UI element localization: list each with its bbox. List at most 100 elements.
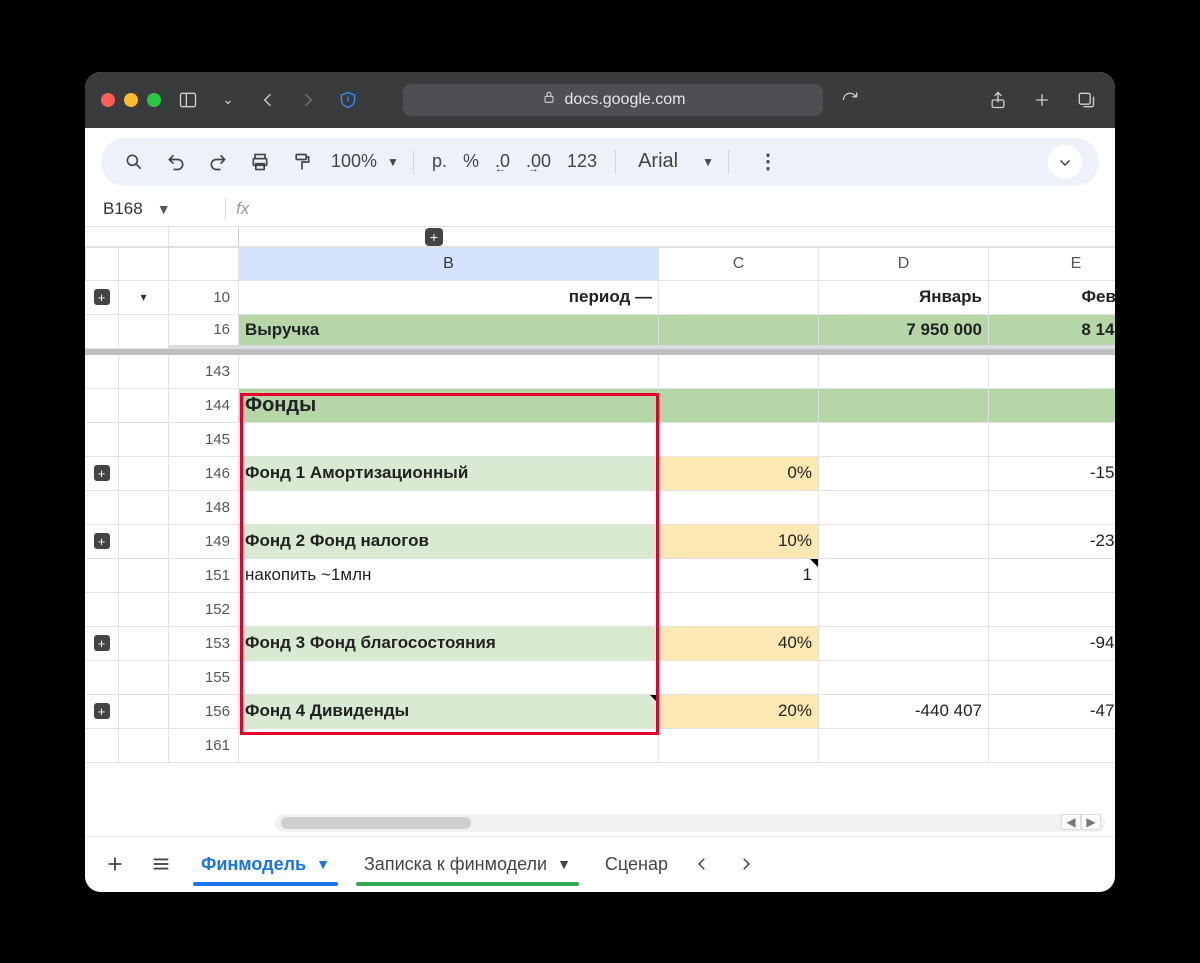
cell-d144[interactable]	[819, 389, 989, 423]
cell-c149[interactable]: 10%	[659, 525, 819, 559]
expand-row-group-button[interactable]: +	[85, 525, 119, 559]
col-header-e[interactable]: E	[989, 247, 1115, 281]
maximize-window-button[interactable]	[147, 93, 161, 107]
row-header[interactable]: 145	[169, 423, 239, 457]
more-tools-button[interactable]: ⋮	[751, 145, 785, 179]
cell-e151[interactable]	[989, 559, 1115, 593]
cell-e145[interactable]	[989, 423, 1115, 457]
cell-d145[interactable]	[819, 423, 989, 457]
cell-b152[interactable]	[239, 593, 659, 627]
cell-b151[interactable]: накопить ~1млн	[239, 559, 659, 593]
col-header-b[interactable]: B	[239, 247, 659, 281]
row-header[interactable]: 16	[169, 315, 239, 349]
cell-e153[interactable]: -947 348	[989, 627, 1115, 661]
format-percent-button[interactable]: %	[459, 151, 483, 172]
cell-d149[interactable]	[819, 525, 989, 559]
caret-down-icon[interactable]: ▼	[316, 856, 330, 872]
cell-b144[interactable]: Фонды	[239, 389, 659, 423]
cell-e16[interactable]: 8 142 821	[989, 315, 1115, 349]
cell-c143[interactable]	[659, 355, 819, 389]
paint-format-button[interactable]	[285, 145, 319, 179]
expand-row-group-button[interactable]: +	[85, 627, 119, 661]
sheet-tab-active[interactable]: Финмодель ▼	[185, 842, 346, 886]
cell-b153[interactable]: Фонд 3 Фонд благосостояния	[239, 627, 659, 661]
row-header[interactable]: 148	[169, 491, 239, 525]
nav-forward-button[interactable]	[295, 87, 321, 113]
cell-d156[interactable]: -440 407	[819, 695, 989, 729]
collapse-row-caret[interactable]: ▾	[119, 281, 169, 315]
cell-b161[interactable]	[239, 729, 659, 763]
cell-e10[interactable]: Февраль	[989, 281, 1115, 315]
cell-d10[interactable]: Январь	[819, 281, 989, 315]
row-header[interactable]: 161	[169, 729, 239, 763]
cell-d151[interactable]	[819, 559, 989, 593]
scroll-right-button[interactable]: ▶	[1081, 814, 1101, 830]
expand-column-group-button[interactable]: +	[425, 228, 443, 246]
cell-e156[interactable]: -473 674	[989, 695, 1115, 729]
cell-b16[interactable]: Выручка	[239, 315, 659, 349]
scroll-tabs-right-button[interactable]	[724, 842, 768, 886]
cell-e143[interactable]	[989, 355, 1115, 389]
cell-b148[interactable]	[239, 491, 659, 525]
tab-overview-button[interactable]	[1073, 87, 1099, 113]
cell-b149[interactable]: Фонд 2 Фонд налогов	[239, 525, 659, 559]
reload-button[interactable]	[837, 87, 863, 113]
name-box[interactable]: B168 ▼	[95, 199, 215, 219]
cell-e146[interactable]: -157 856	[989, 457, 1115, 491]
row-header[interactable]: 146	[169, 457, 239, 491]
cell-e148[interactable]	[989, 491, 1115, 525]
cell-d161[interactable]	[819, 729, 989, 763]
cell-c161[interactable]	[659, 729, 819, 763]
nav-back-button[interactable]	[255, 87, 281, 113]
expand-row-group-button[interactable]: +	[85, 281, 119, 315]
cell-c156[interactable]: 20%	[659, 695, 819, 729]
cell-c151[interactable]: 1	[659, 559, 819, 593]
url-bar[interactable]: docs.google.com	[403, 84, 823, 116]
undo-button[interactable]	[159, 145, 193, 179]
search-menu-button[interactable]	[117, 145, 151, 179]
expand-row-group-button[interactable]: +	[85, 457, 119, 491]
cell-b10[interactable]: период —	[239, 281, 659, 315]
cell-c145[interactable]	[659, 423, 819, 457]
cell-c148[interactable]	[659, 491, 819, 525]
select-all-corner[interactable]	[169, 247, 239, 281]
font-select[interactable]: Arial ▼	[630, 150, 714, 173]
cell-d153[interactable]	[819, 627, 989, 661]
redo-button[interactable]	[201, 145, 235, 179]
expand-row-group-button[interactable]: +	[85, 695, 119, 729]
cell-c153[interactable]: 40%	[659, 627, 819, 661]
row-header[interactable]: 155	[169, 661, 239, 695]
cell-d152[interactable]	[819, 593, 989, 627]
row-header[interactable]: 156	[169, 695, 239, 729]
sheet-tab[interactable]: Сценар	[589, 842, 672, 886]
scrollbar-thumb[interactable]	[281, 817, 471, 829]
row-header[interactable]: 10	[169, 281, 239, 315]
cell-c16[interactable]	[659, 315, 819, 349]
add-sheet-button[interactable]	[93, 842, 137, 886]
caret-down-icon[interactable]: ▼	[557, 856, 571, 872]
cell-b143[interactable]	[239, 355, 659, 389]
shield-icon[interactable]	[335, 87, 361, 113]
col-header-d[interactable]: D	[819, 247, 989, 281]
collapse-toolbar-button[interactable]	[1047, 144, 1083, 180]
col-header-c[interactable]: C	[659, 247, 819, 281]
formula-input[interactable]	[249, 196, 1105, 222]
minimize-window-button[interactable]	[124, 93, 138, 107]
cell-b155[interactable]	[239, 661, 659, 695]
cell-c144[interactable]	[659, 389, 819, 423]
cell-d143[interactable]	[819, 355, 989, 389]
spreadsheet-grid[interactable]: B C D E + ▾ 10 период — Январь Февраль 1…	[85, 247, 1115, 836]
cell-e144[interactable]	[989, 389, 1115, 423]
row-header[interactable]: 149	[169, 525, 239, 559]
cell-d16[interactable]: 7 950 000	[819, 315, 989, 349]
row-header[interactable]: 143	[169, 355, 239, 389]
print-button[interactable]	[243, 145, 277, 179]
scroll-tabs-left-button[interactable]	[680, 842, 724, 886]
cell-e161[interactable]	[989, 729, 1115, 763]
scroll-left-button[interactable]: ◀	[1061, 814, 1081, 830]
cell-d148[interactable]	[819, 491, 989, 525]
share-button[interactable]	[985, 87, 1011, 113]
cell-e152[interactable]	[989, 593, 1115, 627]
cell-c152[interactable]	[659, 593, 819, 627]
close-window-button[interactable]	[101, 93, 115, 107]
